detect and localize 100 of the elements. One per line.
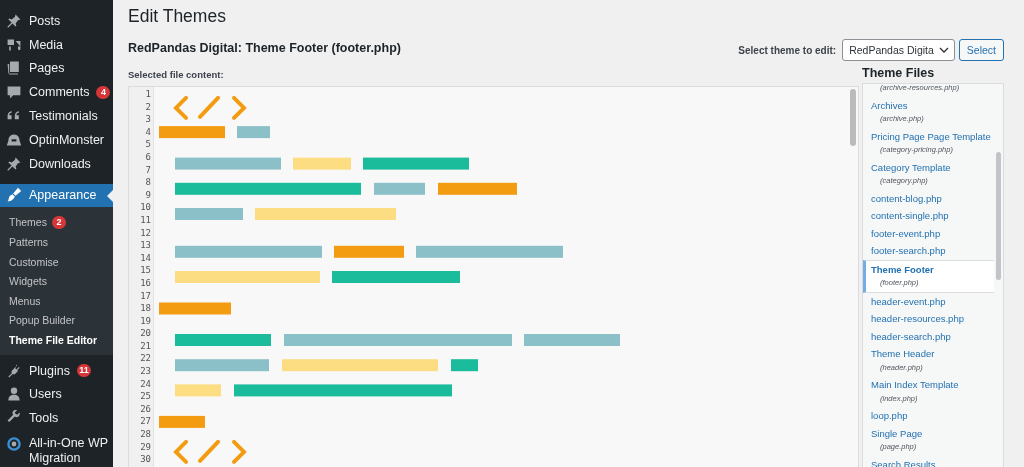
file-item[interactable]: header-resources.php <box>863 310 994 328</box>
submenu-item[interactable]: Widgets <box>0 271 113 291</box>
comment-icon <box>6 84 22 101</box>
code-editor[interactable]: 1 2 3 4 5 6 7 8 9 10 11 12 13 14 15 16 17 18 19 20 21 22 23 24 25 26 27 28 29 30 <box>128 86 859 467</box>
line-number: 30 <box>139 453 152 466</box>
menu-label: Appearance <box>29 188 97 203</box>
file-item[interactable]: Search Results <box>863 455 994 467</box>
menu-label: Pages <box>29 61 65 76</box>
menu-item[interactable]: All-in-One WP Migration <box>0 430 113 467</box>
submenu-item[interactable]: Customise <box>0 251 113 272</box>
menu-item[interactable]: Pages <box>0 56 113 81</box>
menu-label: All-in-One WP Migration <box>29 436 109 467</box>
file-item[interactable]: content-single.php <box>863 207 994 225</box>
file-item[interactable]: footer-event.php <box>863 224 994 242</box>
file-title: footer-event.php <box>871 226 942 240</box>
file-title: header-search.php <box>871 329 952 343</box>
file-title: Theme Footer <box>871 262 935 276</box>
menu-item[interactable]: Posts <box>0 9 113 33</box>
file-title: Category Template <box>871 160 952 174</box>
line-number: 2 <box>144 100 152 114</box>
line-number: 18 <box>139 302 152 315</box>
file-title: footer-search.php <box>871 244 947 258</box>
content-label: Selected file content: <box>128 69 225 80</box>
line-number: 8 <box>144 176 152 189</box>
page-title: Edit Themes <box>128 6 227 28</box>
select-button[interactable]: Select <box>958 39 1004 61</box>
file-item[interactable]: loop.php <box>863 407 994 425</box>
line-number: 5 <box>144 138 152 151</box>
file-heading: RedPandas Digital: Theme Footer (footer.php) <box>128 41 401 55</box>
theme-select[interactable]: RedPandas Digita <box>842 39 955 61</box>
file-title: Archives <box>871 98 909 112</box>
submenu-item[interactable]: Menus <box>0 290 113 311</box>
menu-item[interactable]: Users <box>0 382 113 407</box>
submenu-item[interactable]: Themes 2 <box>0 212 113 233</box>
menu-item[interactable]: Tools <box>0 406 113 431</box>
line-number: 22 <box>139 352 152 366</box>
menu-label: Tools <box>29 411 59 426</box>
pages-icon <box>6 60 22 77</box>
file-title: content-single.php <box>871 209 950 223</box>
line-number: 17 <box>139 289 152 303</box>
submenu-item[interactable]: Popup Builder <box>0 310 113 331</box>
count-badge: 11 <box>77 364 91 378</box>
scrollbar[interactable] <box>996 152 1001 280</box>
line-number: 25 <box>139 390 152 403</box>
file-item[interactable]: footer-search.php <box>863 242 994 260</box>
select-label: Select theme to edit: <box>738 44 837 56</box>
scrollbar[interactable] <box>850 89 856 146</box>
submenu-label: Popup Builder <box>9 314 75 327</box>
file-title: Single Page <box>871 426 924 440</box>
theme-files-heading: Theme Files <box>862 66 936 80</box>
file-title: content-blog.php <box>871 191 943 205</box>
line-number: 20 <box>139 327 152 340</box>
line-number: 28 <box>139 428 152 441</box>
line-number: 23 <box>139 365 152 378</box>
brush-icon <box>6 187 22 204</box>
media-icon <box>6 36 22 53</box>
menu-label: OptinMonster <box>29 132 105 147</box>
submenu-label: Widgets <box>9 275 47 288</box>
menu-label: Comments <box>29 85 90 100</box>
submenu-label: Themes <box>9 216 47 229</box>
line-number: 9 <box>144 188 152 202</box>
menu-item[interactable]: Testimonials <box>0 104 113 128</box>
menu-item[interactable]: Media <box>0 32 113 57</box>
monster-icon <box>6 131 22 148</box>
submenu-label: Menus <box>9 294 41 307</box>
file-title: loop.php <box>871 409 909 423</box>
file-title: Main Index Template <box>871 378 960 392</box>
line-number: 14 <box>139 251 152 265</box>
menu-label: Users <box>29 387 62 402</box>
line-number: 1 <box>144 88 152 101</box>
line-number: 12 <box>139 226 152 240</box>
submenu-item[interactable]: Theme File Editor <box>0 330 113 350</box>
menu-item[interactable]: OptinMonster <box>0 128 113 152</box>
menu-item[interactable]: Downloads <box>0 151 113 176</box>
line-number: 16 <box>139 276 152 290</box>
file-title: Theme Header <box>871 347 936 361</box>
line-number: 19 <box>139 314 152 328</box>
menu-label: Testimonials <box>29 109 98 124</box>
menu-item[interactable]: Plugins 11 <box>0 358 113 383</box>
file-item[interactable]: header-search.php <box>863 327 994 345</box>
line-number: 24 <box>139 377 152 391</box>
line-number: 27 <box>139 415 152 429</box>
circle-icon <box>6 436 22 453</box>
line-number: 11 <box>139 213 152 227</box>
submenu-item[interactable]: Patterns <box>0 232 113 252</box>
menu-item[interactable]: Appearance <box>0 183 113 207</box>
plug-icon <box>6 362 22 379</box>
file-item[interactable]: content-blog.php <box>863 189 994 207</box>
line-number: 29 <box>139 440 152 454</box>
pin-icon <box>6 155 22 172</box>
line-number: 3 <box>144 113 152 126</box>
menu-label: Downloads <box>29 156 91 171</box>
line-number: 26 <box>139 402 152 416</box>
count-badge: 4 <box>96 85 111 99</box>
file-item[interactable]: header-event.php <box>863 292 994 310</box>
chevron-down-icon <box>938 47 949 53</box>
file-title: Pricing Page Page Template <box>871 129 992 143</box>
menu-item[interactable]: Comments 4 <box>0 80 113 105</box>
line-number: 4 <box>144 125 152 139</box>
submenu-label: Theme File Editor <box>9 333 98 346</box>
